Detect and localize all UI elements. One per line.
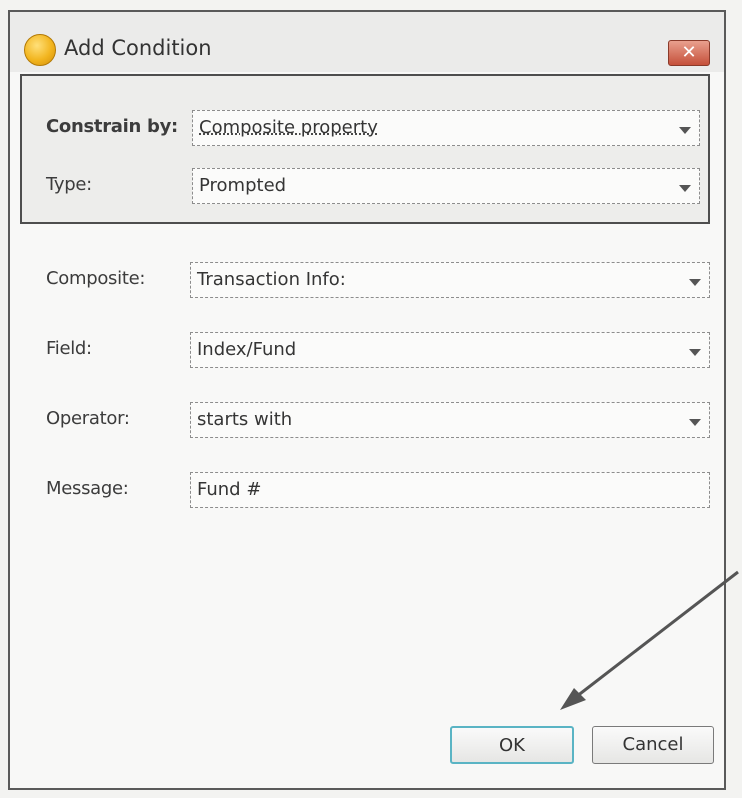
annotation-arrow (560, 570, 739, 710)
arrow-shaft (571, 570, 739, 702)
